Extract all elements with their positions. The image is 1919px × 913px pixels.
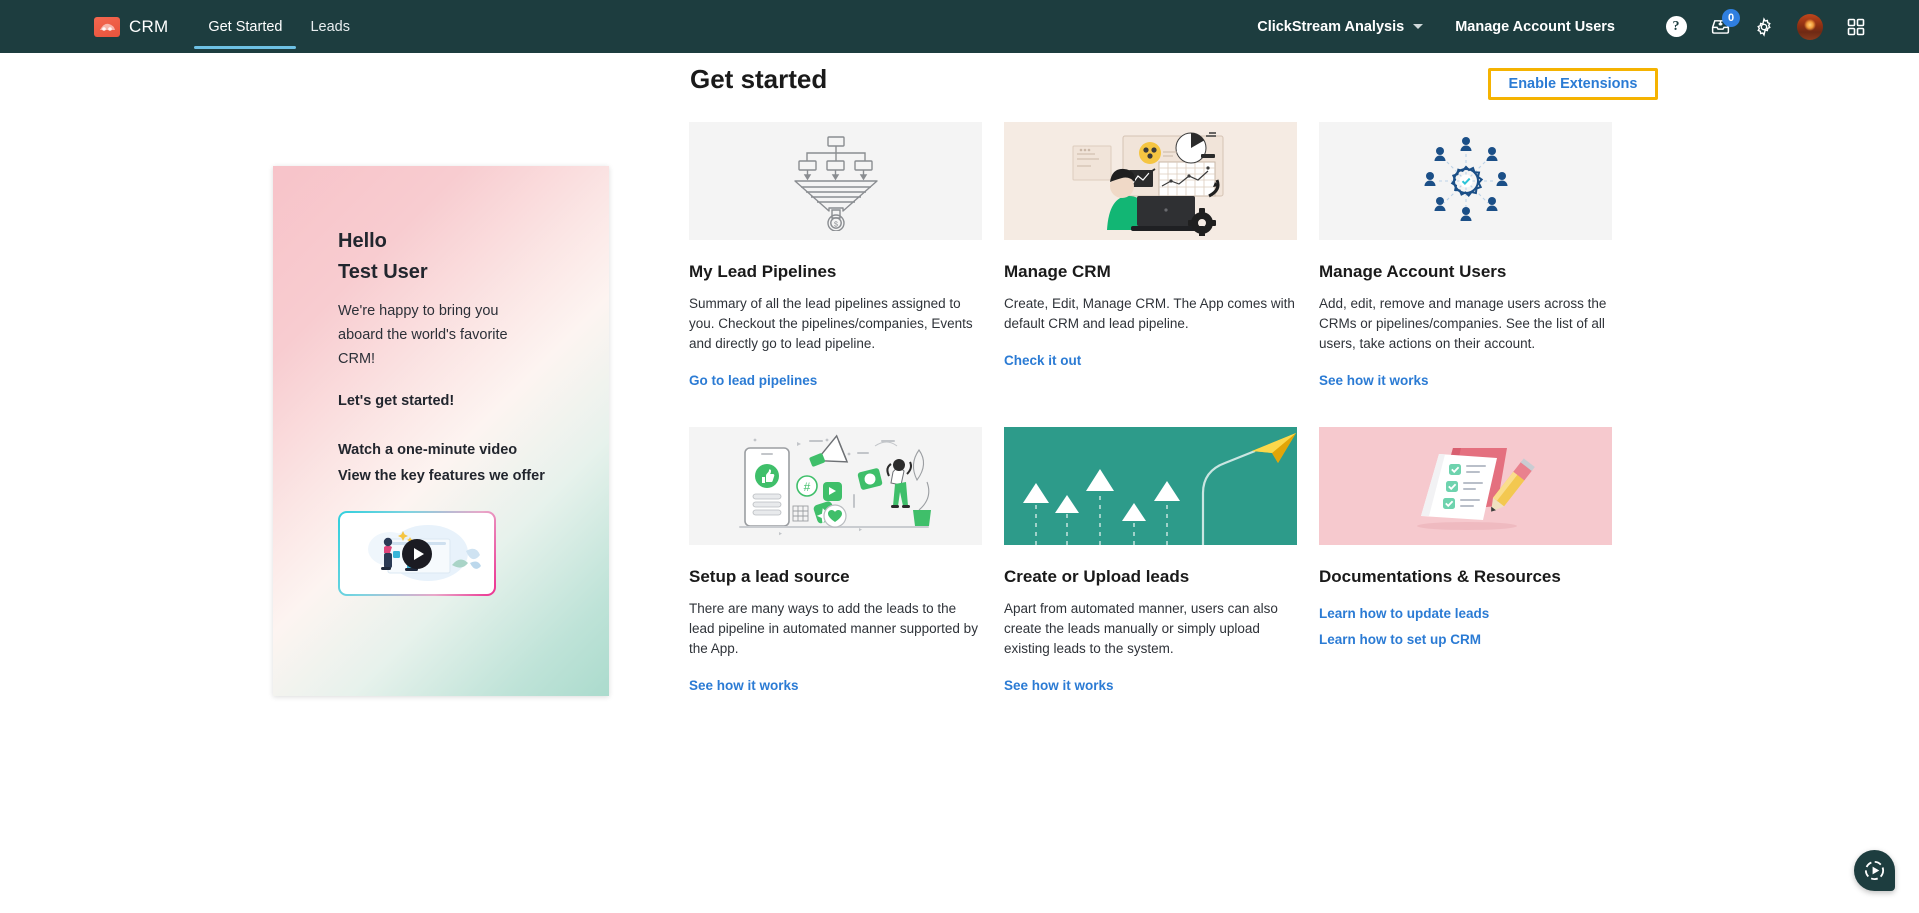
person-at-laptop-dashboard-illustration	[1004, 122, 1297, 240]
card-link-see-how-it-works[interactable]: See how it works	[1004, 673, 1297, 699]
welcome-cta-text: Let's get started!	[338, 393, 455, 409]
svg-text:$: $	[834, 222, 838, 229]
social-media-phone-megaphone-illustration: #	[689, 427, 982, 545]
help-button[interactable]: ?	[1659, 10, 1693, 44]
card-link-see-how-it-works[interactable]: See how it works	[1319, 368, 1612, 394]
enable-extensions-label: Enable Extensions	[1508, 76, 1638, 92]
welcome-body-text: We're happy to bring you aboard the worl…	[338, 303, 508, 367]
card-create-or-upload-leads: Create or Upload leads Apart from automa…	[1004, 427, 1297, 699]
play-button-icon[interactable]	[402, 538, 432, 569]
page-title: Get started	[690, 64, 828, 94]
nav-manage-account-users[interactable]: Manage Account Users	[1455, 19, 1615, 35]
inbox-badge: 0	[1722, 8, 1740, 27]
welcome-links: Watch a one-minute video View the key fe…	[338, 437, 609, 489]
app-switcher-button[interactable]	[1839, 10, 1873, 44]
play-circle-icon	[1864, 860, 1885, 881]
card-link-learn-how-to-update-leads[interactable]: Learn how to update leads	[1319, 601, 1612, 627]
help-video-fab[interactable]	[1854, 850, 1895, 891]
users-around-gear-illustration	[1319, 122, 1612, 240]
card-my-lead-pipelines: $ My Lead Pipelines Summary of all the l…	[689, 122, 982, 394]
settings-button[interactable]	[1747, 10, 1781, 44]
welcome-card: Hello Test User We're happy to bring you…	[273, 166, 609, 696]
card-link-check-it-out[interactable]: Check it out	[1004, 348, 1297, 374]
nav-left-group: CRM Get Started Leads	[94, 0, 364, 53]
app-grid-icon	[1847, 18, 1865, 35]
card-title: Documentations & Resources	[1319, 567, 1561, 586]
workspace-selector[interactable]: ClickStream Analysis	[1257, 18, 1424, 35]
card-link-see-how-it-works[interactable]: See how it works	[689, 673, 982, 699]
video-thumbnail[interactable]	[338, 511, 496, 596]
workspace-selector-label: ClickStream Analysis	[1257, 18, 1405, 35]
tab-get-started[interactable]: Get Started	[194, 0, 297, 53]
card-link-learn-how-to-set-up-crm[interactable]: Learn how to set up CRM	[1319, 627, 1612, 653]
card-manage-account-users: Manage Account Users Add, edit, remove a…	[1319, 122, 1612, 394]
watch-video-link[interactable]: Watch a one-minute video	[338, 437, 609, 463]
nav-right-group: ClickStream Analysis Manage Account User…	[1257, 0, 1883, 53]
card-setup-a-lead-source: # Setup a lead source There are many way…	[689, 427, 982, 699]
avatar[interactable]	[1797, 13, 1823, 40]
svg-text:#: #	[803, 480, 810, 494]
card-title: Create or Upload leads	[1004, 567, 1190, 586]
tab-get-started-label: Get Started	[208, 18, 283, 35]
help-icon: ?	[1665, 16, 1687, 37]
card-title: Manage CRM	[1004, 262, 1111, 281]
top-navigation-bar: CRM Get Started Leads ClickStream Analys…	[0, 0, 1919, 53]
chevron-down-icon	[1413, 24, 1424, 29]
card-description: Add, edit, remove and manage users acros…	[1319, 296, 1607, 351]
inbox-button[interactable]: 0	[1703, 8, 1740, 44]
brand-name: CRM	[129, 16, 169, 36]
card-title: Setup a lead source	[689, 567, 850, 586]
welcome-greeting: Hello	[338, 230, 387, 252]
card-title: My Lead Pipelines	[689, 262, 837, 281]
video-thumbnail-inner	[340, 513, 494, 594]
card-link-go-to-lead-pipelines[interactable]: Go to lead pipelines	[689, 368, 982, 394]
card-title: Manage Account Users	[1319, 262, 1507, 281]
get-started-card-grid: $ My Lead Pipelines Summary of all the l…	[689, 122, 1629, 699]
view-features-link[interactable]: View the key features we offer	[338, 463, 609, 489]
card-documentations-and-resources: Documentations & Resources Learn how to …	[1319, 427, 1612, 699]
welcome-user-name: Test User	[338, 261, 428, 283]
crm-logo-icon[interactable]	[94, 16, 120, 37]
card-manage-crm: Manage CRM Create, Edit, Manage CRM. The…	[1004, 122, 1297, 394]
tab-leads-label: Leads	[310, 18, 350, 35]
tab-leads[interactable]: Leads	[296, 0, 364, 53]
card-description: There are many ways to add the leads to …	[689, 601, 978, 656]
gear-icon	[1757, 16, 1771, 37]
card-description: Apart from automated manner, users can a…	[1004, 601, 1278, 656]
card-description: Summary of all the lead pipelines assign…	[689, 296, 973, 351]
play-triangle-icon	[413, 547, 424, 560]
card-description: Create, Edit, Manage CRM. The App comes …	[1004, 296, 1295, 331]
funnel-pipeline-illustration: $	[689, 122, 982, 240]
checklist-notebook-pencil-illustration	[1319, 427, 1612, 545]
enable-extensions-button[interactable]: Enable Extensions	[1488, 68, 1658, 100]
paper-plane-rising-arrows-illustration	[1004, 427, 1297, 545]
